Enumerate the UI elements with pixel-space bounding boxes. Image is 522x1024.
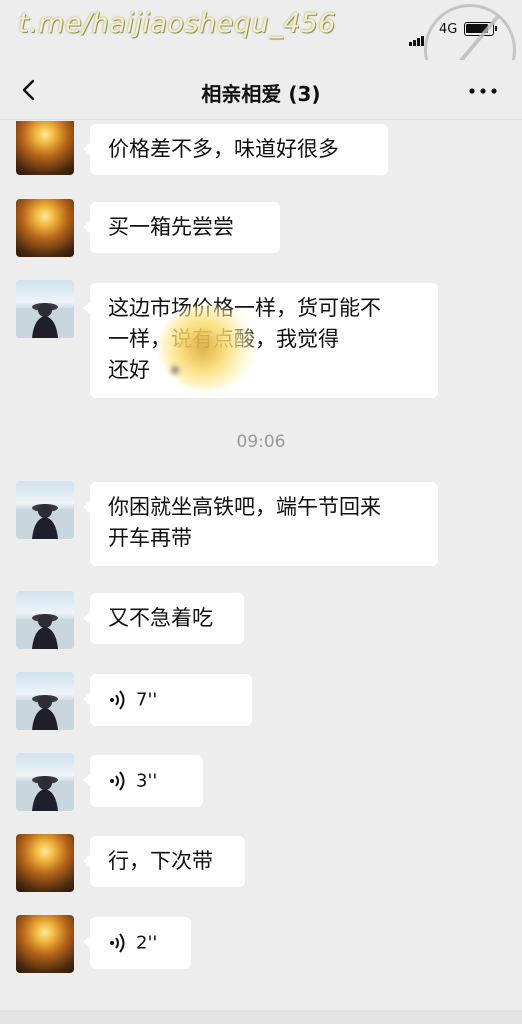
sunset-avatar[interactable] bbox=[16, 121, 74, 175]
message-line: 这边市场价格一样，货可能不 bbox=[108, 296, 381, 320]
message-text: 买一箱先尝尝 bbox=[108, 215, 234, 239]
message-bubble[interactable]: 又不急着吃 bbox=[83, 593, 244, 644]
message-line: 开车再带 bbox=[108, 526, 192, 550]
nav-bar: 相亲相爱 (3) bbox=[0, 60, 522, 120]
chat-title: 相亲相爱 (3) bbox=[201, 82, 321, 106]
signal-icon bbox=[409, 27, 425, 46]
voice-message-bubble[interactable]: 3'' bbox=[83, 755, 203, 807]
more-dots-icon[interactable] bbox=[468, 86, 498, 96]
voice-duration: 3'' bbox=[136, 770, 158, 792]
voice-wave-icon bbox=[110, 771, 125, 791]
voice-wave-icon bbox=[110, 933, 125, 953]
message-bubble[interactable]: 行，下次带 bbox=[83, 836, 245, 887]
message-text: 行，下次带 bbox=[108, 849, 213, 873]
message-bubble[interactable]: 价格差不多，味道好很多 bbox=[83, 124, 388, 175]
beach-avatar[interactable] bbox=[16, 481, 74, 539]
voice-duration: 2'' bbox=[136, 932, 158, 954]
timestamp: 09:06 bbox=[236, 432, 286, 452]
beach-avatar[interactable] bbox=[16, 672, 74, 730]
message-line: 一样，说有点酸，我觉得 bbox=[108, 324, 422, 355]
message-bubble[interactable]: 买一箱先尝尝 bbox=[83, 202, 280, 253]
beach-avatar[interactable] bbox=[16, 753, 74, 811]
message-text: 又不急着吃 bbox=[108, 606, 213, 630]
sunset-avatar[interactable] bbox=[16, 915, 74, 973]
voice-message-bubble[interactable]: 7'' bbox=[83, 674, 252, 726]
message-bubble[interactable]: 你困就坐高铁吧，端午节回来 开车再带 bbox=[83, 482, 438, 566]
status-bar: t.me/haijiaoshequ_456 4G bbox=[0, 0, 522, 96]
sunset-avatar[interactable] bbox=[16, 199, 74, 257]
chat-area[interactable]: 价格差不多，味道好很多 买一箱先尝尝 这边市场价格一样，货可能不 一样，说有点酸… bbox=[0, 121, 522, 1024]
beach-avatar[interactable] bbox=[16, 280, 74, 338]
message-line: 还好 bbox=[108, 358, 150, 382]
watermark-text: t.me/haijiaoshequ_456 bbox=[18, 8, 336, 39]
voice-message-bubble[interactable]: 2'' bbox=[83, 917, 191, 969]
voice-wave-icon bbox=[110, 690, 125, 710]
voice-duration: 7'' bbox=[136, 689, 158, 711]
sunset-avatar[interactable] bbox=[16, 834, 74, 892]
message-text: 价格差不多，味道好很多 bbox=[108, 137, 339, 161]
message-line: 你困就坐高铁吧，端午节回来 bbox=[108, 495, 381, 519]
input-bar-edge bbox=[0, 1010, 522, 1024]
message-bubble[interactable]: 这边市场价格一样，货可能不 一样，说有点酸，我觉得 还好 bbox=[83, 283, 438, 398]
blurred-sticker bbox=[160, 305, 255, 390]
beach-avatar[interactable] bbox=[16, 591, 74, 649]
